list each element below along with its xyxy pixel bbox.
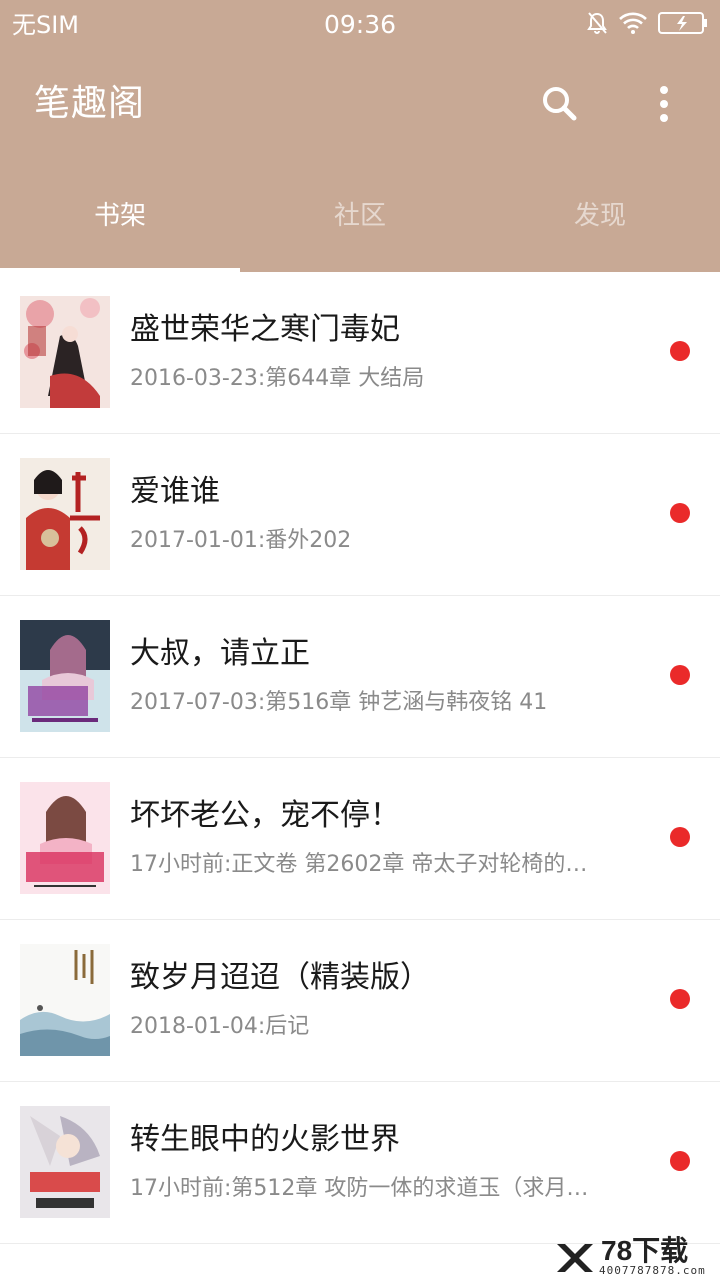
app-title: 笔趣阁: [34, 83, 146, 124]
book-latest-chapter: 2017-01-01:番外202: [130, 528, 352, 553]
toolbar: 笔趣阁: [0, 50, 720, 160]
book-title: 爱谁谁: [130, 474, 220, 509]
status-bar: 无SIM 09:36: [0, 0, 720, 50]
book-cover: [20, 620, 110, 732]
unread-dot: [670, 827, 690, 847]
search-icon: [543, 87, 577, 121]
book-title: 转生眼中的火影世界: [130, 1122, 400, 1157]
unread-dot: [670, 665, 690, 685]
book-cover: [20, 296, 110, 408]
book-latest-chapter: 2017-07-03:第516章 钟艺涵与韩夜铭 41: [130, 690, 548, 715]
unread-dot: [670, 341, 690, 361]
unread-dot: [670, 989, 690, 1009]
book-item[interactable]: 爱谁谁 2017-01-01:番外202: [0, 434, 720, 596]
watermark-brand: 78下载: [601, 1235, 689, 1266]
book-list: 盛世荣华之寒门毒妃 2016-03-23:第644章 大结局 爱谁谁 2017-…: [0, 272, 720, 1244]
book-item[interactable]: 转生眼中的火影世界 17小时前:第512章 攻防一体的求道玉（求月…: [0, 1082, 720, 1244]
tab-community[interactable]: 社区: [240, 160, 480, 272]
book-cover: [20, 782, 110, 894]
tab-discover[interactable]: 发现: [480, 160, 720, 272]
unread-dot: [670, 503, 690, 523]
watermark-logo-icon: [557, 1244, 593, 1272]
book-item[interactable]: 坏坏老公，宠不停！ 17小时前:正文卷 第2602章 帝太子对轮椅的…: [0, 758, 720, 920]
book-title: 坏坏老公，宠不停！: [130, 798, 400, 833]
watermark-url: 4007787878.com: [599, 1264, 706, 1277]
unread-dot: [670, 1151, 690, 1171]
wifi-icon: [618, 11, 648, 39]
tab-bar: 书架 社区 发现: [0, 160, 720, 272]
search-button[interactable]: [536, 80, 584, 128]
book-item[interactable]: 致岁月迢迢（精装版） 2018-01-04:后记: [0, 920, 720, 1082]
more-options-button[interactable]: [640, 80, 688, 128]
book-latest-chapter: 17小时前:正文卷 第2602章 帝太子对轮椅的…: [130, 852, 588, 877]
status-icons: [586, 10, 708, 40]
silent-icon: [586, 11, 608, 39]
battery-charging-icon: [658, 12, 708, 38]
book-title: 大叔，请立正: [130, 636, 310, 671]
book-latest-chapter: 17小时前:第512章 攻防一体的求道玉（求月…: [130, 1176, 589, 1201]
book-title: 致岁月迢迢（精装版）: [130, 960, 430, 995]
book-item[interactable]: 大叔，请立正 2017-07-03:第516章 钟艺涵与韩夜铭 41: [0, 596, 720, 758]
more-vertical-icon: [660, 86, 668, 122]
book-cover: [20, 458, 110, 570]
book-cover: [20, 1106, 110, 1218]
app-header: 无SIM 09:36 笔趣阁 书架 社区 发现: [0, 0, 720, 272]
tab-bookshelf[interactable]: 书架: [0, 160, 240, 272]
site-watermark: 78下载 4007787878.com: [555, 1235, 715, 1278]
book-cover: [20, 944, 110, 1056]
book-item[interactable]: 盛世荣华之寒门毒妃 2016-03-23:第644章 大结局: [0, 272, 720, 434]
book-latest-chapter: 2016-03-23:第644章 大结局: [130, 366, 425, 391]
book-latest-chapter: 2018-01-04:后记: [130, 1014, 310, 1039]
book-title: 盛世荣华之寒门毒妃: [130, 312, 400, 347]
